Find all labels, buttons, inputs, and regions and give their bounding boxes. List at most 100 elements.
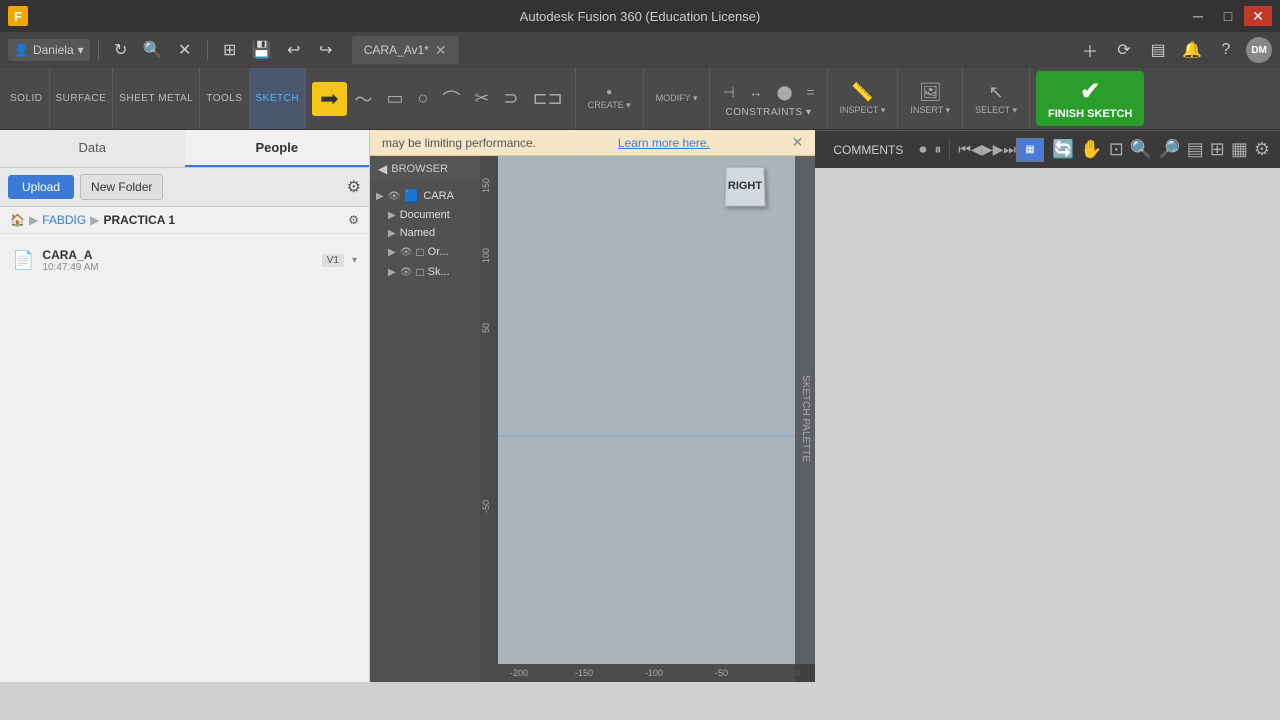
browser-item-cara[interactable]: ▶ 👁 🟦 CARA — [370, 186, 480, 206]
toolbar-sheetmetal-group: SHEET METAL — [113, 68, 200, 129]
browser-item-origin[interactable]: ▶ 👁 □ Or... — [370, 242, 480, 262]
last-frame-button[interactable]: ⏭ — [1003, 141, 1016, 158]
tab-people[interactable]: People — [185, 130, 370, 167]
panel-actions: Upload New Folder ⚙ — [0, 168, 369, 207]
offset-tool-button[interactable]: ⊃ — [498, 84, 525, 113]
insert-dropdown-button[interactable]: 🖼 INSERT ▾ — [904, 78, 956, 120]
tab-data[interactable]: Data — [0, 130, 185, 167]
play-button[interactable]: ▶ — [982, 141, 993, 158]
search-button[interactable]: 🔍 — [139, 36, 167, 64]
updates-button[interactable]: ⟳ — [1110, 36, 1138, 64]
file-version: V1 — [322, 254, 344, 267]
cara-eye-icon[interactable]: 👁 — [388, 191, 401, 202]
surface-label[interactable]: SURFACE — [56, 93, 107, 104]
circle-constraint-button[interactable]: ⬤ — [771, 80, 799, 105]
undo-button[interactable]: ↩ — [280, 36, 308, 64]
select-dropdown-button[interactable]: ↖ SELECT ▾ — [969, 78, 1023, 120]
prev-frame-button[interactable]: ◀ — [971, 141, 982, 158]
finish-label: FINISH SKETCH — [1048, 108, 1132, 120]
browser-item-document[interactable]: ▶ Document — [370, 206, 480, 224]
zoom-out-button[interactable]: 🔎 — [1158, 139, 1180, 160]
file-version-arrow[interactable]: ▾ — [352, 255, 357, 266]
pan-button[interactable]: ✋ — [1080, 139, 1102, 160]
close-button[interactable]: ✕ — [1244, 6, 1272, 26]
rectangle-icon: ▭ — [387, 88, 404, 109]
named-label: Named — [400, 227, 435, 239]
save-button[interactable]: 💾 — [248, 36, 276, 64]
tab-close-icon[interactable]: ✕ — [435, 42, 447, 59]
list-item[interactable]: 📄 CARA_A 10:47:49 AM V1 ▾ — [6, 240, 363, 281]
title-bar: F Autodesk Fusion 360 (Education License… — [0, 0, 1280, 32]
main-toolbar: SOLID SURFACE SHEET METAL TOOLS SKETCH ➡… — [0, 68, 1280, 130]
origin-eye-icon[interactable]: 👁 — [400, 247, 413, 258]
zoom-in-button[interactable]: 🔍 — [1130, 139, 1152, 160]
cursor-icon: ↖ — [989, 82, 1004, 103]
menu-right: ＋ ⟳ ▤ 🔔 ? DM — [1076, 36, 1272, 64]
settings-button[interactable]: ⚙ — [347, 177, 361, 197]
display-mode-button[interactable]: ▤ — [1187, 139, 1204, 160]
minimize-button[interactable]: ─ — [1184, 6, 1212, 26]
line-tool-button[interactable]: ➡ — [312, 82, 346, 116]
grid-view-button[interactable]: ⊞ — [216, 36, 244, 64]
browser-collapse-button[interactable]: ◀ — [378, 162, 387, 176]
view-mode-button[interactable]: ▦ — [1231, 139, 1248, 160]
sketch-canvas[interactable]: 126.00 126.00 3.00 — [480, 156, 815, 682]
horizontal-constraint-button[interactable]: ⊣ — [716, 80, 740, 105]
warning-close-button[interactable]: ✕ — [792, 134, 804, 151]
restore-button[interactable]: □ — [1214, 6, 1242, 26]
breadcrumb-settings-icon[interactable]: ⚙ — [348, 213, 359, 227]
fit-button[interactable]: ⊡ — [1109, 139, 1124, 160]
new-folder-button[interactable]: New Folder — [80, 174, 163, 200]
upload-button[interactable]: Upload — [8, 175, 74, 199]
distance-constraint-button[interactable]: ↔ — [743, 80, 769, 105]
inspect-dropdown-button[interactable]: 📏 INSPECT ▾ — [834, 78, 892, 120]
view-cube[interactable]: RIGHT — [725, 166, 785, 226]
settings-gear-button[interactable]: ⚙ — [1254, 139, 1270, 160]
next-frame-button[interactable]: ▶ — [993, 141, 1004, 158]
create-dropdown-button[interactable]: ● CREATE ▾ — [582, 83, 637, 115]
separator — [98, 40, 99, 60]
viewport-content[interactable]: ◀ BROWSER ▶ 👁 🟦 CARA ▶ Document — [370, 156, 815, 682]
pause-icon[interactable]: ⏸ — [934, 141, 941, 158]
sheetmetal-label[interactable]: SHEET METAL — [119, 93, 193, 104]
add-tab-button[interactable]: ＋ — [1076, 36, 1104, 64]
notifications-button[interactable]: 🔔 — [1178, 36, 1206, 64]
avatar[interactable]: DM — [1246, 37, 1272, 63]
home-breadcrumb[interactable]: 🏠 — [10, 213, 25, 227]
redo-button[interactable]: ↪ — [312, 36, 340, 64]
sketch-eye-icon[interactable]: 👁 — [400, 267, 413, 278]
timeline-marker[interactable]: ▦ — [1016, 138, 1044, 162]
browser-item-named[interactable]: ▶ Named — [370, 224, 480, 242]
circle-tool-button[interactable]: ○ — [412, 84, 435, 113]
mirror-tool-button[interactable]: ⊏⊐ — [527, 84, 569, 113]
solid-label[interactable]: SOLID — [10, 93, 43, 104]
spline-tool-button[interactable]: 〜 — [349, 82, 379, 116]
grid-canvas[interactable]: -200 -150 -100 -50 0 50 150 — [480, 156, 815, 682]
tab-area: CARA_Av1* ✕ — [344, 36, 1072, 64]
user-menu[interactable]: 👤 Daniela ▾ — [8, 39, 90, 61]
arc-tool-button[interactable]: ⌒ — [436, 82, 466, 116]
learn-more-link[interactable]: Learn more here. — [618, 136, 710, 150]
modify-dropdown-button[interactable]: MODIFY ▾ — [650, 89, 704, 108]
help-button[interactable]: ? — [1212, 36, 1240, 64]
rectangle-tool-button[interactable]: ▭ — [381, 84, 410, 113]
finish-sketch-button[interactable]: ✔ FINISH SKETCH — [1036, 71, 1144, 126]
create-label: CREATE ▾ — [588, 100, 631, 111]
origin-label: Or... — [428, 246, 449, 258]
record-icon[interactable]: ⏺ — [919, 141, 926, 158]
close-file-button[interactable]: ✕ — [171, 36, 199, 64]
file-tab[interactable]: CARA_Av1* ✕ — [352, 36, 459, 64]
fabdig-breadcrumb[interactable]: FABDIG — [42, 213, 86, 227]
orbit-button[interactable]: 🔄 — [1052, 139, 1074, 160]
browser-item-sketch[interactable]: ▶ 👁 □ Sk... — [370, 262, 480, 282]
grid-toggle-button[interactable]: ⊞ — [1210, 139, 1225, 160]
tools-label[interactable]: TOOLS — [206, 93, 242, 104]
constraints-label[interactable]: CONSTRAINTS ▾ — [726, 107, 812, 118]
view-cube-face[interactable]: RIGHT — [725, 167, 766, 207]
first-frame-button[interactable]: ⏮ — [958, 141, 971, 158]
sketch-label[interactable]: SKETCH — [256, 93, 300, 104]
trim-tool-button[interactable]: ✂ — [468, 84, 495, 113]
toggle-ui-button[interactable]: ▤ — [1144, 36, 1172, 64]
refresh-button[interactable]: ↻ — [107, 36, 135, 64]
equal-constraint-button[interactable]: = — [800, 80, 820, 105]
